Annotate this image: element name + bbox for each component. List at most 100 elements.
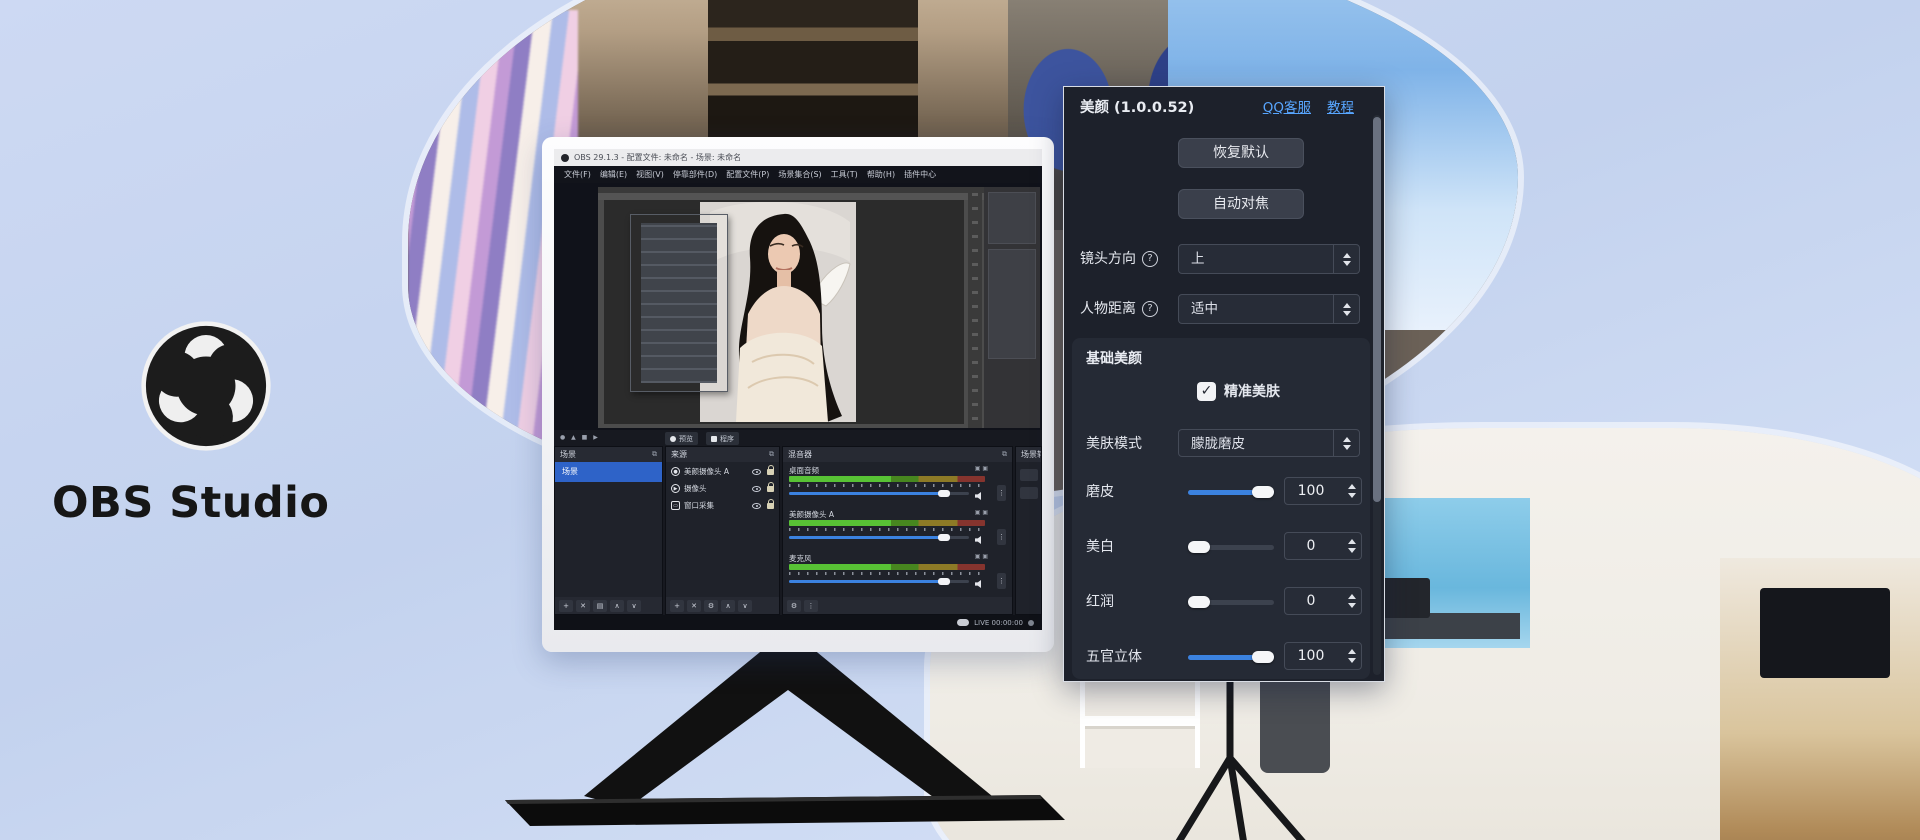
slider-handle[interactable] xyxy=(1188,541,1210,553)
visibility-eye-icon[interactable] xyxy=(752,503,761,509)
source-row-camera[interactable]: ▶ 摄像头 xyxy=(666,481,779,496)
beauty-panel-title: 美颜 (1.0.0.52) xyxy=(1080,96,1247,117)
monitor: OBS 29.1.3 - 配置文件: 未命名 - 场景: 未命名 文件(F) 编… xyxy=(542,137,1054,652)
facial-depth-label: 五官立体 xyxy=(1086,642,1142,672)
add-source-button[interactable]: + xyxy=(670,600,684,612)
facial-depth-slider[interactable] xyxy=(1188,642,1274,672)
mixer-kebab-button[interactable]: ⋮ xyxy=(997,573,1006,589)
volume-slider[interactable] xyxy=(789,533,969,541)
scene-list-item-selected[interactable]: 场景 xyxy=(555,462,662,482)
menu-scene-collection[interactable]: 场景集合(S) xyxy=(778,169,821,180)
dock-menu-icon[interactable]: ⧉ xyxy=(1002,450,1007,459)
slider-handle[interactable] xyxy=(1188,596,1210,608)
source-up-button[interactable]: ∧ xyxy=(721,600,735,612)
remove-scene-button[interactable]: ✕ xyxy=(576,600,590,612)
add-scene-button[interactable]: + xyxy=(559,600,573,612)
mixer-kebab-button[interactable]: ⋮ xyxy=(997,529,1006,545)
visibility-eye-icon[interactable] xyxy=(752,486,761,492)
diamond-icon xyxy=(670,436,676,442)
volume-slider[interactable] xyxy=(789,489,969,497)
person-distance-select[interactable]: 适中 xyxy=(1178,294,1360,324)
scene-down-button[interactable]: ∨ xyxy=(627,600,641,612)
visibility-eye-icon[interactable] xyxy=(752,469,761,475)
spin-arrows-icon[interactable] xyxy=(1348,533,1356,559)
menu-profile[interactable]: 配置文件(P) xyxy=(726,169,769,180)
qq-support-link[interactable]: QQ客服 xyxy=(1263,96,1311,116)
transitions-dock-header: 场景转场 xyxy=(1016,447,1041,462)
autofocus-button[interactable]: 自动对焦 xyxy=(1178,189,1304,219)
source-row-camera-a[interactable]: ● 美颜摄像头 A xyxy=(666,464,779,479)
monitor-screen: OBS 29.1.3 - 配置文件: 未命名 - 场景: 未命名 文件(F) 编… xyxy=(554,149,1042,630)
slider-handle[interactable] xyxy=(1252,486,1274,498)
obs-docks: 场景 ⧉ 场景 + ✕ ▤ ∧ ∨ 来源 ⧉ xyxy=(554,446,1042,615)
meter-options-icons[interactable]: ▣ ▣ xyxy=(975,553,988,560)
transition-control[interactable] xyxy=(1020,469,1038,481)
menu-plugin-center[interactable]: 插件中心 xyxy=(904,169,936,180)
whitening-value-spinbox[interactable]: 0 xyxy=(1284,532,1362,560)
checkbox-checked-icon[interactable]: ✓ xyxy=(1197,382,1216,401)
skin-mode-label: 美肤模式 xyxy=(1086,429,1142,459)
mixer-settings-button[interactable]: ⚙ xyxy=(787,600,801,612)
panel-scrollbar[interactable] xyxy=(1373,115,1381,675)
spin-arrows-icon[interactable] xyxy=(1348,478,1356,504)
restore-defaults-button[interactable]: 恢复默认 xyxy=(1178,138,1304,168)
help-icon[interactable]: ? xyxy=(1142,301,1158,317)
ruddiness-slider[interactable] xyxy=(1188,587,1274,617)
spin-arrows-icon[interactable] xyxy=(1348,588,1356,614)
lock-icon[interactable] xyxy=(767,469,774,475)
dock-menu-icon[interactable]: ⧉ xyxy=(652,450,657,459)
scenes-dock: 场景 ⧉ 场景 + ✕ ▤ ∧ ∨ xyxy=(554,446,663,615)
smoothing-value-spinbox[interactable]: 100 xyxy=(1284,477,1362,505)
photoshop-window-capture xyxy=(598,187,1040,428)
lock-icon[interactable] xyxy=(767,503,774,509)
source-row-window[interactable]: ▭ 窗口采集 xyxy=(666,498,779,513)
speaker-icon[interactable] xyxy=(975,492,983,500)
obs-logo-icon xyxy=(138,318,274,454)
smoothing-slider[interactable] xyxy=(1188,477,1274,507)
combo-spinner-icon[interactable] xyxy=(1333,295,1359,323)
speaker-icon[interactable] xyxy=(975,580,983,588)
help-icon[interactable]: ? xyxy=(1142,251,1158,267)
spin-arrows-icon[interactable] xyxy=(1348,643,1356,669)
menu-edit[interactable]: 编辑(E) xyxy=(600,169,627,180)
basic-beauty-section: 基础美颜 ✓ 精准美肤 美肤模式 朦胧磨皮 磨皮 100 美白 xyxy=(1072,338,1370,679)
slider-handle[interactable] xyxy=(1252,651,1274,663)
skin-mode-select[interactable]: 朦胧磨皮 xyxy=(1178,429,1360,457)
program-tab-button[interactable]: 程序 xyxy=(706,432,739,445)
menu-tools[interactable]: 工具(T) xyxy=(831,169,858,180)
meter-options-icons[interactable]: ▣ ▣ xyxy=(975,465,988,472)
facial-depth-value-spinbox[interactable]: 100 xyxy=(1284,642,1362,670)
menu-docks[interactable]: 停靠部件(D) xyxy=(673,169,717,180)
sources-dock: 来源 ⧉ ● 美颜摄像头 A ▶ 摄像头 xyxy=(665,446,780,615)
remove-source-button[interactable]: ✕ xyxy=(687,600,701,612)
precise-skin-checkbox-row[interactable]: ✓ 精准美肤 xyxy=(1197,380,1280,402)
lens-direction-select[interactable]: 上 xyxy=(1178,244,1360,274)
combo-spinner-icon[interactable] xyxy=(1333,245,1359,273)
menu-help[interactable]: 帮助(H) xyxy=(867,169,895,180)
scrollbar-thumb[interactable] xyxy=(1373,117,1381,502)
volume-slider[interactable] xyxy=(789,577,969,585)
mixer-more-button[interactable]: ⋮ xyxy=(804,600,818,612)
scene-up-button[interactable]: ∧ xyxy=(610,600,624,612)
beauty-plugin-panel: 美颜 (1.0.0.52) QQ客服 教程 恢复默认 自动对焦 镜头方向 ? 上… xyxy=(1063,86,1385,682)
dock-menu-icon[interactable]: ⧉ xyxy=(769,450,774,459)
transition-control[interactable] xyxy=(1020,487,1038,499)
tutorial-link[interactable]: 教程 xyxy=(1327,96,1354,116)
menu-view[interactable]: 视图(V) xyxy=(636,169,664,180)
mixer-kebab-button[interactable]: ⋮ xyxy=(997,485,1006,501)
ruddiness-value-spinbox[interactable]: 0 xyxy=(1284,587,1362,615)
speaker-icon[interactable] xyxy=(975,536,983,544)
obs-titlebar-icon xyxy=(561,154,569,162)
meter-options-icons[interactable]: ▣ ▣ xyxy=(975,509,988,516)
ps-tool-column xyxy=(968,187,982,428)
menu-file[interactable]: 文件(F) xyxy=(564,169,591,180)
basic-beauty-title: 基础美颜 xyxy=(1086,348,1142,368)
source-down-button[interactable]: ∨ xyxy=(738,600,752,612)
preview-tab-button[interactable]: 预览 xyxy=(665,432,698,445)
whitening-slider[interactable] xyxy=(1188,532,1274,562)
desktop-background: OBS Studio OBS 29.1.3 - 配置文件: 未命名 - 场景: … xyxy=(0,0,1920,840)
lock-icon[interactable] xyxy=(767,486,774,492)
scene-filters-button[interactable]: ▤ xyxy=(593,600,607,612)
combo-spinner-icon[interactable] xyxy=(1333,430,1359,456)
source-properties-button[interactable]: ⚙ xyxy=(704,600,718,612)
